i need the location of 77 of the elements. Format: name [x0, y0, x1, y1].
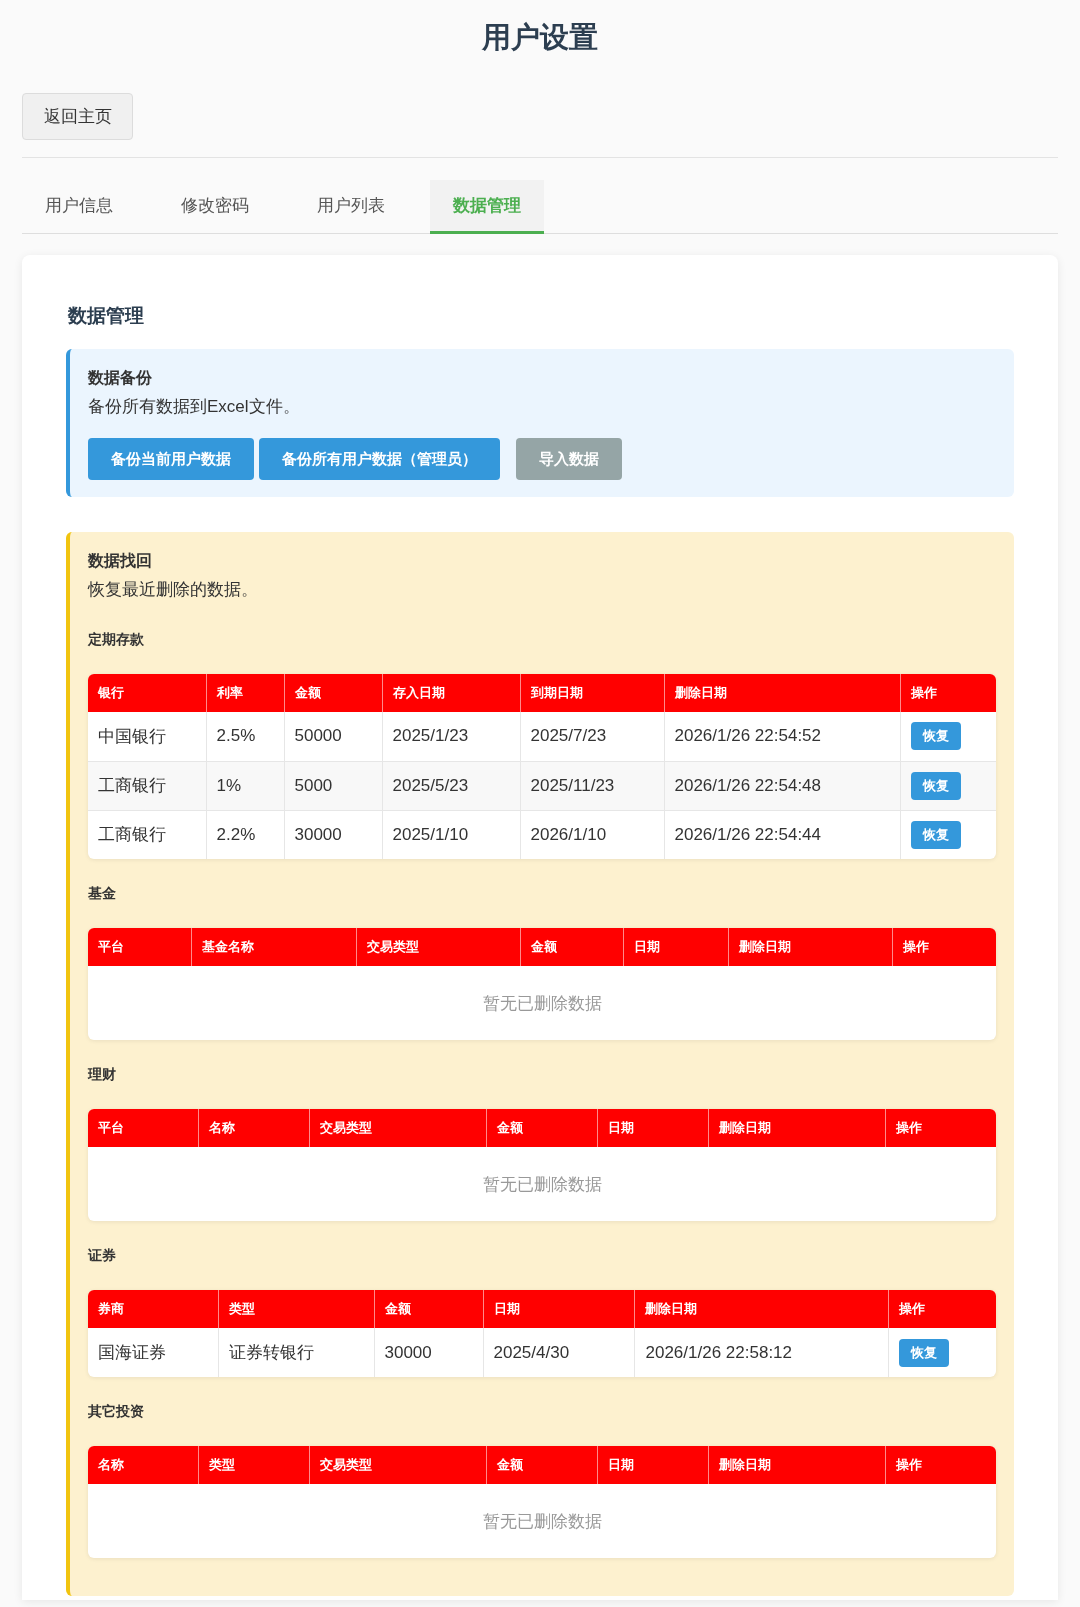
column-header: 金额 [486, 1446, 597, 1484]
tab[interactable]: 数据管理 [430, 180, 544, 234]
column-header: 平台 [88, 928, 191, 966]
section-heading: 数据管理 [68, 304, 145, 328]
column-header: 交易类型 [309, 1446, 486, 1484]
column-header: 类型 [218, 1290, 374, 1328]
table-cell: 2025/5/23 [382, 761, 520, 810]
column-header: 删除日期 [729, 928, 893, 966]
column-header: 类型 [198, 1446, 309, 1484]
empty-message: 暂无已删除数据 [482, 1174, 602, 1194]
column-header: 操作 [893, 928, 996, 966]
tab[interactable]: 修改密码 [158, 180, 272, 234]
table-cell: 国海证券 [88, 1328, 218, 1377]
panel-title: 数据备份 [88, 368, 153, 388]
column-header: 金额 [520, 928, 624, 966]
column-header: 删除日期 [708, 1446, 885, 1484]
table-cell: 30000 [374, 1328, 483, 1377]
column-header: 交易类型 [309, 1109, 486, 1147]
section-title: 证券 [88, 1246, 117, 1265]
column-header: 利率 [206, 674, 284, 712]
action-button[interactable]: 备份当前用户数据 [88, 438, 254, 480]
column-header: 平台 [88, 1109, 198, 1147]
column-header: 银行 [88, 674, 206, 712]
tab[interactable]: 用户列表 [294, 180, 408, 234]
column-header: 存入日期 [382, 674, 520, 712]
column-header: 操作 [885, 1109, 996, 1147]
column-header: 日期 [597, 1446, 708, 1484]
section-title: 理财 [88, 1065, 117, 1084]
table-cell: 证券转银行 [218, 1328, 374, 1377]
table-cell: 5000 [284, 761, 382, 810]
table-cell: 2026/1/26 22:54:48 [664, 761, 900, 810]
table-cell: 2025/4/30 [483, 1328, 635, 1377]
column-header: 金额 [284, 674, 382, 712]
section-title: 基金 [88, 884, 117, 903]
table-cell: 2026/1/26 22:54:44 [664, 810, 900, 859]
column-header: 删除日期 [635, 1290, 889, 1328]
panel-description: 恢复最近删除的数据。 [88, 579, 259, 601]
section-title: 定期存款 [88, 630, 145, 649]
column-header: 日期 [483, 1290, 635, 1328]
column-header: 名称 [198, 1109, 309, 1147]
panel-title: 数据找回 [88, 551, 153, 571]
page-title: 用户设置 [481, 20, 599, 55]
column-header: 日期 [624, 928, 729, 966]
table-cell: 工商银行 [88, 810, 206, 859]
table-cell: 2026/1/10 [520, 810, 664, 859]
section-title: 其它投资 [88, 1402, 145, 1421]
tab[interactable]: 用户信息 [22, 180, 136, 234]
panel-description: 备份所有数据到Excel文件。 [88, 396, 301, 418]
table-cell: 工商银行 [88, 761, 206, 810]
restore-button[interactable]: 恢复 [910, 771, 961, 800]
empty-message: 暂无已删除数据 [482, 1511, 602, 1531]
column-header: 删除日期 [708, 1109, 885, 1147]
column-header: 操作 [900, 674, 996, 712]
table-cell: 2025/1/10 [382, 810, 520, 859]
empty-message: 暂无已删除数据 [482, 993, 602, 1013]
column-header: 名称 [88, 1446, 198, 1484]
table-cell: 1% [206, 761, 284, 810]
column-header: 操作 [889, 1290, 996, 1328]
back-button[interactable]: 返回主页 [22, 93, 133, 140]
action-button[interactable]: 导入数据 [516, 438, 622, 480]
column-header: 交易类型 [356, 928, 520, 966]
table-cell: 2.2% [206, 810, 284, 859]
restore-button[interactable]: 恢复 [910, 820, 961, 849]
column-header: 操作 [885, 1446, 996, 1484]
restore-button[interactable]: 恢复 [899, 1338, 950, 1367]
column-header: 删除日期 [664, 674, 900, 712]
table-cell: 2025/11/23 [520, 761, 664, 810]
column-header: 日期 [597, 1109, 708, 1147]
restore-button[interactable]: 恢复 [910, 722, 961, 751]
column-header: 到期日期 [520, 674, 664, 712]
column-header: 券商 [88, 1290, 218, 1328]
action-button[interactable]: 备份所有用户数据（管理员） [259, 438, 500, 480]
column-header: 金额 [486, 1109, 597, 1147]
table-cell: 2026/1/26 22:58:12 [635, 1328, 889, 1377]
column-header: 基金名称 [191, 928, 356, 966]
table-cell: 30000 [284, 810, 382, 859]
column-header: 金额 [374, 1290, 483, 1328]
